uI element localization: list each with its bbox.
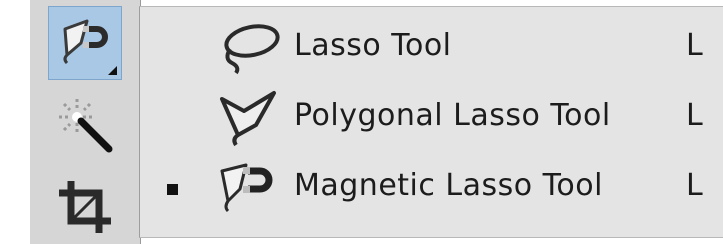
menu-item-polygonal-lasso-tool[interactable]: Polygonal Lasso Tool L xyxy=(140,83,722,153)
flyout-indicator-icon xyxy=(108,66,117,75)
magnetic-lasso-tool-button[interactable] xyxy=(48,6,122,80)
menu-item-shortcut: L xyxy=(686,168,703,203)
lasso-icon xyxy=(224,24,280,75)
menu-item-lasso-tool[interactable]: Lasso Tool L xyxy=(140,13,722,83)
polygonal-lasso-icon xyxy=(220,91,276,147)
crop-icon xyxy=(59,181,111,233)
magic-wand-tool-button[interactable] xyxy=(48,88,122,162)
menu-item-magnetic-lasso-tool[interactable]: Magnetic Lasso Tool L xyxy=(140,153,722,223)
menu-item-label: Magnetic Lasso Tool xyxy=(294,168,603,203)
crop-tool-button[interactable] xyxy=(48,170,122,244)
menu-item-label: Lasso Tool xyxy=(294,28,452,63)
magnetic-lasso-icon xyxy=(220,163,273,213)
menu-item-shortcut: L xyxy=(686,28,703,63)
lasso-tools-flyout-menu: Lasso Tool L Polygonal Lasso Tool L Magn… xyxy=(139,6,723,238)
magic-wand-icon xyxy=(59,99,113,153)
tools-panel xyxy=(30,0,141,244)
photoshop-lasso-tool-menu: Lasso Tool L Polygonal Lasso Tool L Magn… xyxy=(0,0,723,244)
magnetic-lasso-icon xyxy=(63,19,108,65)
menu-item-label: Polygonal Lasso Tool xyxy=(294,98,611,133)
selected-marker-icon xyxy=(167,184,178,195)
menu-item-shortcut: L xyxy=(686,98,703,133)
